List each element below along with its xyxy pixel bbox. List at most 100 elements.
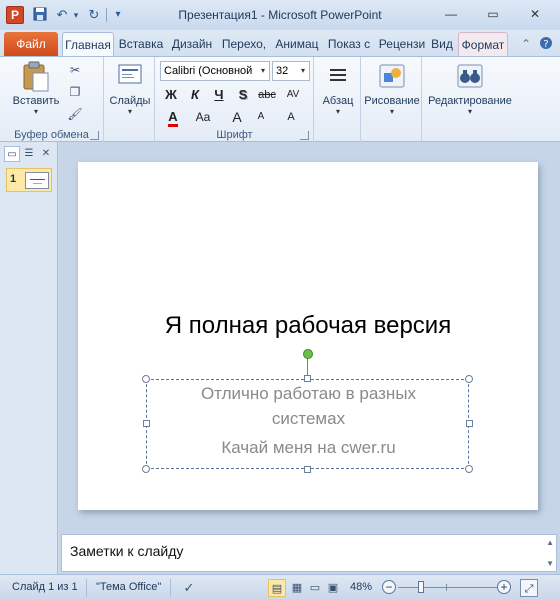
- italic-button[interactable]: К: [184, 85, 206, 105]
- thumbnail-subtitle-line: [33, 183, 42, 184]
- new-slide-icon: [115, 61, 145, 91]
- slide-number: 1: [10, 173, 17, 185]
- resize-handle-ne[interactable]: [465, 375, 473, 383]
- slideshow-view-icon[interactable]: ▣: [324, 579, 342, 597]
- slide-workspace: Я полная рабочая версия Отлично работаю …: [59, 142, 560, 530]
- theme-name[interactable]: "Тема Office": [96, 581, 161, 593]
- tab-review[interactable]: Рецензи: [376, 32, 428, 56]
- outline-tab-icon[interactable]: ☰: [21, 146, 37, 162]
- notes-field[interactable]: Заметки к слайду ▲ ▼: [61, 534, 557, 572]
- reading-view-icon[interactable]: ▭: [306, 579, 324, 597]
- shadow-button[interactable]: S: [232, 85, 254, 105]
- font-color-button[interactable]: A: [162, 107, 184, 127]
- tab-insert[interactable]: Вставка: [116, 32, 166, 56]
- font-size-value: 32: [276, 65, 289, 77]
- paragraph-button[interactable]: Абзац ▾: [317, 61, 359, 117]
- paste-label: Вставить: [12, 95, 60, 107]
- slides-dropdown-icon[interactable]: ▾: [107, 107, 153, 117]
- paragraph-group: Абзац ▾: [315, 57, 361, 143]
- resize-handle-w[interactable]: [143, 420, 150, 427]
- drawing-icon: [377, 61, 407, 91]
- grow-font-button[interactable]: A: [226, 107, 248, 127]
- notes-scroll-down-icon[interactable]: ▼: [546, 559, 554, 568]
- tab-format[interactable]: Формат: [458, 32, 508, 56]
- fit-to-window-icon[interactable]: ⤢: [520, 579, 538, 597]
- font-group-label: Шрифт: [216, 129, 253, 141]
- slides-tab-icon[interactable]: ▭: [4, 146, 20, 162]
- paste-dropdown-icon[interactable]: ▾: [10, 107, 62, 117]
- tab-transitions[interactable]: Перехо,: [218, 32, 270, 56]
- slides-label: Слайды: [109, 95, 151, 107]
- resize-handle-se[interactable]: [465, 465, 473, 473]
- resize-handle-e[interactable]: [466, 420, 473, 427]
- subtitle-placeholder[interactable]: Отлично работаю в разных системах Качай …: [146, 379, 469, 469]
- shrink-font-button[interactable]: A: [250, 107, 272, 127]
- binoculars-icon: [455, 61, 485, 91]
- rotate-handle[interactable]: [303, 349, 313, 359]
- clipboard-group-label: Буфер обмена: [14, 129, 89, 141]
- font-name-combo[interactable]: Calibri (Основной ▾: [160, 61, 270, 81]
- resize-handle-nw[interactable]: [142, 375, 150, 383]
- drawing-button[interactable]: Рисование ▾: [362, 61, 422, 117]
- slide-title[interactable]: Я полная рабочая версия: [78, 312, 538, 340]
- minimize-button[interactable]: —: [438, 5, 464, 23]
- character-spacing-button[interactable]: AV: [282, 85, 304, 105]
- tab-file[interactable]: Файл: [4, 32, 58, 56]
- cut-icon[interactable]: ✂: [66, 61, 84, 79]
- notes-scroll-up-icon[interactable]: ▲: [546, 538, 554, 547]
- font-size-combo[interactable]: 32 ▾: [272, 61, 310, 81]
- zoom-in-button[interactable]: +: [497, 580, 511, 594]
- drawing-group: Рисование ▾: [362, 57, 422, 143]
- close-button[interactable]: ✕: [522, 5, 548, 23]
- tab-slideshow[interactable]: Показ с: [324, 32, 374, 56]
- slide-sorter-view-icon[interactable]: ▦: [288, 579, 306, 597]
- window-title: Презентация1 - Microsoft PowerPoint: [178, 8, 382, 22]
- drawing-dropdown-icon[interactable]: ▾: [362, 107, 422, 117]
- paragraph-dropdown-icon[interactable]: ▾: [317, 107, 359, 117]
- new-slide-button[interactable]: Слайды ▾: [107, 61, 153, 117]
- slides-panel: ▭ ☰ ✕ 1: [0, 142, 58, 574]
- help-icon[interactable]: ?: [538, 36, 554, 52]
- slide-canvas[interactable]: Я полная рабочая версия Отлично работаю …: [78, 162, 538, 510]
- clear-formatting-button[interactable]: A: [280, 107, 302, 127]
- subtitle-line-2: системах: [271, 409, 346, 428]
- clipboard-launcher-icon[interactable]: [90, 131, 99, 140]
- format-painter-icon[interactable]: 🖌: [66, 105, 84, 123]
- tab-home[interactable]: Главная: [62, 32, 114, 56]
- strikethrough-button[interactable]: abc: [256, 85, 278, 105]
- tab-animations[interactable]: Анимац: [272, 32, 322, 56]
- minimize-ribbon-icon[interactable]: ⌃: [518, 36, 534, 52]
- zoom-slider-thumb[interactable]: [418, 581, 424, 593]
- thumbnail-title-line: [30, 179, 45, 180]
- editing-button[interactable]: Редактирование ▾: [423, 61, 517, 117]
- status-separator: [170, 579, 171, 597]
- zoom-slider-track[interactable]: [398, 587, 498, 588]
- paragraph-label: Абзац: [322, 95, 354, 107]
- paste-button[interactable]: Вставить ▾: [10, 61, 62, 117]
- slide-thumbnail-row[interactable]: 1: [6, 168, 52, 192]
- slide-thumbnail[interactable]: [25, 172, 49, 189]
- tab-view[interactable]: Вид: [428, 32, 456, 56]
- spell-check-icon[interactable]: ✓: [180, 579, 198, 597]
- subtitle-line-1: Отлично работаю в разных: [200, 384, 417, 403]
- resize-handle-sw[interactable]: [142, 465, 150, 473]
- zoom-level[interactable]: 48%: [350, 581, 372, 593]
- zoom-slider-center-mark: [446, 584, 447, 591]
- editing-dropdown-icon[interactable]: ▾: [423, 107, 517, 117]
- slides-group: Слайды ▾: [105, 57, 155, 143]
- slide-counter: Слайд 1 из 1: [12, 581, 78, 593]
- maximize-button[interactable]: ▭: [480, 5, 506, 23]
- tab-design[interactable]: Дизайн: [168, 32, 216, 56]
- font-size-dropdown-icon[interactable]: ▾: [297, 62, 309, 80]
- font-launcher-icon[interactable]: [300, 131, 309, 140]
- resize-handle-n[interactable]: [304, 375, 311, 382]
- resize-handle-s[interactable]: [304, 466, 311, 473]
- change-case-button[interactable]: Aa: [192, 107, 214, 127]
- bold-button[interactable]: Ж: [160, 85, 182, 105]
- font-name-dropdown-icon[interactable]: ▾: [257, 62, 269, 80]
- normal-view-icon[interactable]: ▤: [268, 579, 286, 597]
- underline-button[interactable]: Ч: [208, 85, 230, 105]
- zoom-out-button[interactable]: −: [382, 580, 396, 594]
- close-panel-icon[interactable]: ✕: [38, 146, 54, 162]
- copy-icon[interactable]: ❐: [66, 83, 84, 101]
